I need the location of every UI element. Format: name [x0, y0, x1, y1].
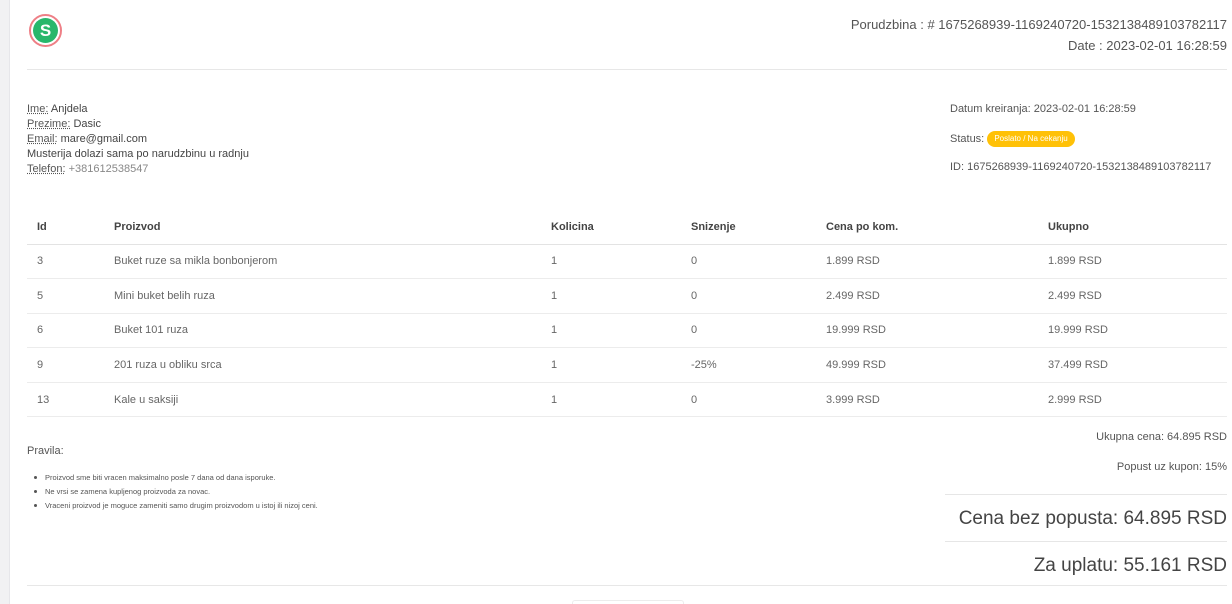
cell-unit-price: 49.999 RSD — [816, 347, 1038, 383]
table-header-row: Id Proizvod Kolicina Snizenje Cena po ko… — [27, 210, 1227, 245]
coupon-discount: Popust uz kupon: 15% — [1116, 461, 1227, 473]
rule-item: Ne vrsi se zamena kupljenog proizvoda za… — [34, 485, 318, 499]
table-row: 13 Kale u saksiji 1 0 3.999 RSD 2.999 RS… — [27, 382, 1227, 418]
col-discount: Snizenje — [681, 210, 816, 245]
cell-quantity: 1 — [541, 244, 681, 280]
customer-email: mare@gmail.com — [60, 133, 147, 145]
cell-unit-price: 2.499 RSD — [816, 278, 1038, 314]
cell-product: Mini buket belih ruza — [104, 278, 541, 314]
cell-discount: 0 — [681, 244, 816, 280]
cell-product: Kale u saksiji — [104, 382, 541, 418]
left-gutter — [0, 0, 10, 604]
header-divider — [27, 69, 1227, 70]
customer-phone: +381612538547 — [68, 163, 149, 175]
cell-quantity: 1 — [541, 347, 681, 383]
cell-total: 19.999 RSD — [1038, 313, 1227, 349]
cell-total: 2.999 RSD — [1038, 382, 1227, 418]
cell-total: 2.499 RSD — [1038, 278, 1227, 314]
col-quantity: Kolicina — [541, 210, 681, 245]
rule-item: Proizvod sme biti vracen maksimalno posl… — [34, 471, 318, 485]
amount-to-pay: Za uplatu: 55.161 RSD — [945, 541, 1227, 588]
status-label: Status: — [950, 132, 985, 145]
total-price: Ukupna cena: 64.895 RSD — [1096, 431, 1227, 443]
customer-info: Ime: Anjdela Prezime: Dasic Email: mare@… — [27, 102, 249, 177]
cell-unit-price: 3.999 RSD — [816, 382, 1038, 418]
cell-id: 13 — [27, 382, 104, 418]
cell-id: 9 — [27, 347, 104, 383]
customer-name: Anjdela — [50, 103, 88, 115]
cell-discount: 0 — [681, 278, 816, 314]
cell-quantity: 1 — [541, 278, 681, 314]
phone-label: Telefon: — [27, 163, 66, 175]
cell-id: 6 — [27, 313, 104, 349]
price-without-discount: Cena bez popusta: 64.895 RSD — [945, 494, 1227, 541]
order-meta: Datum kreiranja: 2023-02-01 16:28:59 Sta… — [950, 102, 1211, 189]
cell-product: Buket 101 ruza — [104, 313, 541, 349]
rule-item: Vraceni proizvod je moguce zameniti samo… — [34, 499, 318, 513]
rules-list: Proizvod sme biti vracen maksimalno posl… — [34, 471, 318, 513]
cell-id: 5 — [27, 278, 104, 314]
customer-surname: Dasic — [73, 118, 101, 130]
col-product: Proizvod — [104, 210, 541, 245]
footer-divider — [27, 585, 1227, 586]
footer-button-edge[interactable] — [572, 600, 684, 604]
brand-logo: S — [29, 14, 62, 47]
cell-product: 201 ruza u obliku srca — [104, 347, 541, 383]
cell-unit-price: 1.899 RSD — [816, 244, 1038, 280]
table-row: 3 Buket ruze sa mikla bonbonjerom 1 0 1.… — [27, 244, 1227, 280]
table-row: 5 Mini buket belih ruza 1 0 2.499 RSD 2.… — [27, 278, 1227, 314]
cell-unit-price: 19.999 RSD — [816, 313, 1038, 349]
order-id: ID: 1675268939-1169240720-15321384891037… — [950, 161, 1212, 173]
customer-note: Musterija dolazi sama po narudzbinu u ra… — [27, 148, 249, 160]
order-header: Porudzbina : # 1675268939-1169240720-153… — [851, 14, 1227, 56]
email-label: Email: — [27, 133, 58, 145]
col-id: Id — [27, 210, 104, 245]
cell-product: Buket ruze sa mikla bonbonjerom — [104, 244, 541, 280]
order-date: Date : 2023-02-01 16:28:59 — [1067, 38, 1227, 53]
col-unit-price: Cena po kom. — [816, 210, 1038, 245]
cell-id: 3 — [27, 244, 104, 280]
order-number: Porudzbina : # 1675268939-1169240720-153… — [850, 17, 1227, 32]
cell-quantity: 1 — [541, 313, 681, 349]
rules-title: Pravila: — [27, 445, 64, 457]
invoice-page: S Porudzbina : # 1675268939-1169240720-1… — [27, 0, 1227, 604]
surname-label: Prezime: — [27, 118, 71, 130]
table-row: 9 201 ruza u obliku srca 1 -25% 49.999 R… — [27, 347, 1227, 383]
return-rules: Pravila: Proizvod sme biti vracen maksim… — [27, 445, 318, 513]
cell-discount: -25% — [681, 347, 816, 383]
cell-quantity: 1 — [541, 382, 681, 418]
cell-discount: 0 — [681, 382, 816, 418]
col-total: Ukupno — [1038, 210, 1227, 245]
totals-summary: Ukupna cena: 64.895 RSD Popust uz kupon:… — [945, 424, 1227, 588]
cell-total: 1.899 RSD — [1038, 244, 1227, 280]
status-badge: Poslato / Na cekanju — [987, 131, 1075, 147]
table-row: 6 Buket 101 ruza 1 0 19.999 RSD 19.999 R… — [27, 313, 1227, 349]
cell-total: 37.499 RSD — [1038, 347, 1227, 383]
created-date: Datum kreiranja: 2023-02-01 16:28:59 — [950, 103, 1136, 115]
name-label: Ime: — [27, 103, 49, 115]
order-items-table: Id Proizvod Kolicina Snizenje Cena po ko… — [27, 210, 1227, 418]
cell-discount: 0 — [681, 313, 816, 349]
logo-letter: S — [33, 18, 58, 43]
